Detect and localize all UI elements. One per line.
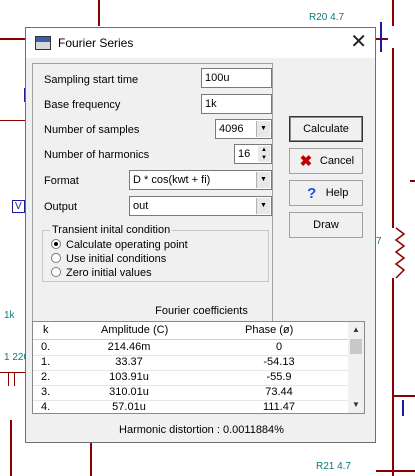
cell-amp: 310.01u [109, 386, 149, 398]
label-r21: R21 4.7 [316, 461, 352, 472]
cancel-label: Cancel [319, 155, 355, 167]
harmonic-distortion: Harmonic distortion : 0.0011884% [26, 424, 377, 436]
label-sampling-start-time: Sampling start time [44, 74, 139, 86]
chevron-down-icon[interactable]: ▼ [256, 121, 270, 137]
cell-amp: 103.91u [109, 371, 149, 383]
dialog-title: Fourier Series [58, 36, 134, 50]
help-label: Help [325, 187, 349, 199]
number-of-harmonics-stepper[interactable]: 16 ▲ ▼ [234, 144, 272, 164]
chevron-down-icon[interactable]: ▼ [256, 172, 270, 188]
transient-condition-group: Transient inital condition Calculate ope… [42, 224, 269, 282]
table-header: k Amplitude (C) Phase (ø) [33, 322, 348, 340]
number-of-harmonics-value: 16 [238, 148, 251, 160]
cell-phase: 0 [275, 341, 283, 353]
output-value: out [133, 200, 149, 212]
coefficients-table[interactable]: k Amplitude (C) Phase (ø) 0. 214.46m 0 1. 33… [32, 321, 365, 414]
table-row[interactable]: 0. 214.46m 0 [33, 340, 348, 356]
base-frequency-input[interactable]: 1k [201, 94, 272, 114]
table-row[interactable]: 3. 310.01u 73.44 [33, 385, 348, 401]
cell-phase: 73.44 [265, 386, 293, 398]
column-header-k: k [43, 324, 49, 336]
table-row[interactable]: 1. 33.37 -54.13 [33, 355, 348, 371]
chevron-down-icon[interactable]: ▼ [256, 198, 270, 214]
radio-zero-initial-values[interactable]: Zero initial values [51, 267, 152, 279]
cell-amp: 33.37 [115, 356, 143, 368]
cell-amp: 214.46m [107, 341, 151, 353]
cell-phase: -55.9 [266, 371, 292, 383]
scroll-thumb[interactable] [350, 339, 362, 354]
radio-label: Use initial conditions [66, 253, 167, 265]
spin-down-icon[interactable]: ▼ [258, 154, 270, 162]
format-value: D * cos(kwt + fi) [133, 174, 211, 186]
label-format: Format [44, 175, 79, 187]
harmonic-distortion-label: Harmonic distortion : [119, 424, 220, 436]
label-number-of-samples: Number of samples [44, 124, 140, 136]
number-of-samples-value: 4096 [219, 123, 244, 135]
settings-panel: Sampling start time 100u Base frequency … [32, 63, 273, 327]
cell-amp: 57.01u [112, 401, 146, 413]
calculate-button[interactable]: Calculate [289, 116, 363, 142]
question-icon: ? [307, 185, 317, 202]
close-icon[interactable]: ✕ [350, 31, 367, 53]
radio-calculate-operating-point[interactable]: Calculate operating point [51, 239, 188, 251]
output-select[interactable]: out ▼ [129, 196, 272, 216]
spin-buttons[interactable]: ▲ ▼ [258, 146, 270, 162]
radio-label: Zero initial values [66, 267, 152, 279]
radio-icon[interactable] [51, 267, 61, 277]
spin-up-icon[interactable]: ▲ [258, 146, 270, 154]
column-header-phase: Phase (ø) [245, 324, 294, 336]
radio-icon[interactable] [51, 253, 61, 263]
fourier-app-icon [35, 36, 51, 50]
scroll-up-icon[interactable]: ▲ [348, 322, 364, 338]
cancel-button[interactable]: ✖ Cancel [289, 148, 363, 174]
cross-icon: ✖ [299, 153, 313, 170]
transient-group-title: Transient inital condition [50, 224, 173, 236]
fourier-coefficients-title: Fourier coefficients [155, 305, 248, 317]
label-7: 7 [376, 236, 382, 247]
format-select[interactable]: D * cos(kwt + fi) ▼ [129, 170, 272, 190]
radio-use-initial-conditions[interactable]: Use initial conditions [51, 253, 166, 265]
radio-selected-icon[interactable] [51, 239, 61, 249]
radio-label: Calculate operating point [66, 239, 188, 251]
draw-button[interactable]: Draw [289, 212, 363, 238]
number-of-samples-select[interactable]: 4096 ▼ [215, 119, 272, 139]
label-base-frequency: Base frequency [44, 99, 121, 111]
column-header-amplitude: Amplitude (C) [101, 324, 169, 336]
label-v: V [12, 200, 25, 213]
label-1k: 1k [4, 310, 15, 321]
sampling-start-time-input[interactable]: 100u [201, 68, 272, 88]
label-output: Output [44, 201, 78, 213]
title-bar[interactable]: Fourier Series ✕ [26, 28, 375, 58]
cell-phase: 111.47 [262, 401, 295, 413]
table-scrollbar[interactable]: ▲ ▼ [348, 322, 364, 413]
table-row[interactable]: 4. 57.01u 111.47 [33, 400, 348, 413]
help-button[interactable]: ? Help [289, 180, 363, 206]
resistor-symbol [394, 227, 406, 279]
fourier-series-dialog: Fourier Series ✕ Sampling start time 100… [25, 27, 376, 443]
table-row[interactable]: 2. 103.91u -55.9 [33, 370, 348, 386]
scroll-down-icon[interactable]: ▼ [348, 397, 364, 413]
label-number-of-harmonics: Number of harmonics [44, 149, 150, 161]
cell-phase: -54.13 [263, 356, 295, 368]
harmonic-distortion-value: 0.0011884% [222, 424, 284, 436]
label-r20: R20 4.7 [309, 12, 345, 23]
